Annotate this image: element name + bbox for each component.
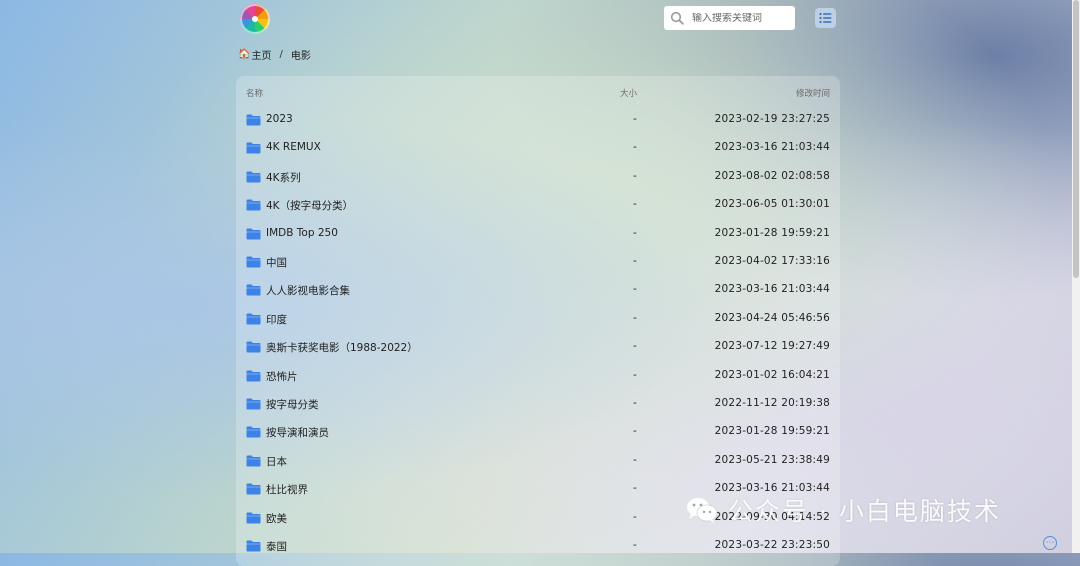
search-box[interactable] bbox=[664, 6, 795, 30]
table-row[interactable]: 按字母分类 - 2022-11-12 20:19:38 bbox=[236, 390, 840, 418]
file-size: - bbox=[633, 283, 637, 296]
file-modified: 2023-04-02 17:33:16 bbox=[714, 255, 830, 267]
watermark: 公众号 · 小白电脑技术 bbox=[686, 492, 1001, 528]
folder-icon bbox=[246, 284, 261, 296]
folder-icon bbox=[246, 398, 261, 410]
more-button[interactable]: ⋯ bbox=[1043, 536, 1057, 550]
file-modified: 2023-01-28 19:59:21 bbox=[714, 226, 830, 239]
folder-icon bbox=[246, 455, 261, 467]
watermark-text: 公众号 · 小白电脑技术 bbox=[728, 497, 1001, 526]
file-name[interactable]: 日本 bbox=[266, 454, 287, 469]
file-size: - bbox=[633, 510, 637, 523]
folder-icon bbox=[246, 171, 261, 183]
table-row[interactable]: 4K REMUX - 2023-03-16 21:03:44 bbox=[236, 134, 840, 162]
file-size: - bbox=[633, 141, 637, 154]
file-modified: 2023-03-22 23:23:50 bbox=[714, 539, 830, 551]
file-modified: 2023-03-16 21:03:44 bbox=[714, 141, 830, 154]
file-name[interactable]: IMDB Top 250 bbox=[266, 227, 338, 239]
file-size: - bbox=[633, 255, 637, 267]
folder-icon bbox=[246, 426, 261, 438]
table-row[interactable]: 恐怖片 - 2023-01-02 16:04:21 bbox=[236, 362, 840, 390]
column-header-modified[interactable]: 修改时间 bbox=[796, 87, 830, 99]
breadcrumb-home[interactable]: 主页 bbox=[251, 47, 271, 62]
file-size: - bbox=[633, 340, 637, 353]
breadcrumb-separator: / bbox=[279, 49, 283, 60]
file-name[interactable]: 奥斯卡获奖电影（1988-2022） bbox=[266, 340, 418, 355]
table-row[interactable]: 日本 - 2023-05-21 23:38:49 bbox=[236, 447, 840, 475]
file-modified: 2023-02-19 23:27:25 bbox=[714, 113, 830, 125]
file-name[interactable]: 恐怖片 bbox=[266, 369, 298, 384]
folder-icon bbox=[246, 256, 261, 268]
file-modified: 2023-01-28 19:59:21 bbox=[714, 425, 830, 438]
file-size: - bbox=[633, 169, 637, 182]
table-row[interactable]: 泰国 - 2023-03-22 23:23:50 bbox=[236, 532, 840, 560]
file-name[interactable]: 4K系列 bbox=[266, 170, 301, 185]
search-icon bbox=[670, 11, 684, 25]
file-name[interactable]: 4K REMUX bbox=[266, 141, 321, 153]
wechat-icon bbox=[687, 498, 718, 523]
file-name[interactable]: 泰国 bbox=[266, 539, 287, 554]
file-size: - bbox=[633, 226, 637, 239]
table-header: 名称 大小 修改时间 bbox=[236, 76, 840, 110]
folder-icon bbox=[246, 313, 261, 325]
breadcrumb-current: 电影 bbox=[290, 51, 311, 62]
column-header-name[interactable]: 名称 bbox=[246, 87, 263, 99]
file-modified: 2023-01-02 16:04:21 bbox=[714, 368, 830, 381]
file-size: - bbox=[633, 311, 637, 324]
file-size: - bbox=[633, 368, 637, 381]
table-row[interactable]: 4K系列 - 2023-08-02 02:08:58 bbox=[236, 163, 840, 191]
file-modified: 2023-04-24 05:46:56 bbox=[714, 311, 830, 324]
folder-icon bbox=[246, 540, 261, 552]
file-size: - bbox=[633, 425, 637, 438]
folder-icon bbox=[246, 228, 261, 240]
file-modified: 2023-07-12 19:27:49 bbox=[714, 340, 830, 353]
file-size: - bbox=[633, 397, 637, 409]
file-size: - bbox=[633, 482, 637, 495]
file-modified: 2023-05-21 23:38:49 bbox=[714, 453, 830, 466]
table-row[interactable]: 中国 - 2023-04-02 17:33:16 bbox=[236, 248, 840, 276]
file-modified: 2023-08-02 02:08:58 bbox=[714, 169, 830, 182]
search-input[interactable] bbox=[692, 12, 788, 24]
file-name[interactable]: 中国 bbox=[266, 255, 287, 270]
table-row[interactable]: 2023 - 2023-02-19 23:27:25 bbox=[236, 106, 840, 134]
table-row[interactable]: 人人影视电影合集 - 2023-03-16 21:03:44 bbox=[236, 276, 840, 304]
folder-icon bbox=[246, 512, 261, 524]
file-modified: 2023-03-16 21:03:44 bbox=[714, 283, 830, 296]
file-name[interactable]: 按导演和演员 bbox=[266, 425, 329, 440]
file-modified: 2023-06-05 01:30:01 bbox=[714, 198, 830, 211]
site-logo[interactable] bbox=[240, 4, 270, 34]
folder-icon bbox=[246, 341, 261, 353]
list-menu-icon bbox=[819, 12, 832, 24]
home-icon[interactable]: 🏠 bbox=[238, 49, 250, 60]
file-name[interactable]: 按字母分类 bbox=[266, 397, 319, 412]
table-row[interactable]: 4K（按字母分类） - 2023-06-05 01:30:01 bbox=[236, 191, 840, 219]
page-scrollbar[interactable] bbox=[1072, 0, 1080, 553]
file-modified: 2022-11-12 20:19:38 bbox=[714, 397, 830, 409]
folder-icon bbox=[246, 142, 261, 154]
table-row[interactable]: 印度 - 2023-04-24 05:46:56 bbox=[236, 305, 840, 333]
file-name[interactable]: 人人影视电影合集 bbox=[266, 283, 350, 298]
more-icon: ⋯ bbox=[1045, 537, 1055, 548]
folder-icon bbox=[246, 199, 261, 211]
file-name[interactable]: 杜比视界 bbox=[266, 482, 308, 497]
file-size: - bbox=[633, 113, 637, 125]
column-header-size[interactable]: 大小 bbox=[620, 87, 637, 99]
menu-button[interactable] bbox=[815, 8, 836, 28]
table-row[interactable]: 奥斯卡获奖电影（1988-2022） - 2023-07-12 19:27:49 bbox=[236, 333, 840, 361]
file-name[interactable]: 4K（按字母分类） bbox=[266, 198, 353, 213]
breadcrumb: 🏠 主页 / 电影 bbox=[238, 47, 311, 62]
file-size: - bbox=[633, 453, 637, 466]
file-name[interactable]: 欧美 bbox=[266, 511, 287, 526]
folder-icon bbox=[246, 114, 261, 126]
table-row[interactable]: 按导演和演员 - 2023-01-28 19:59:21 bbox=[236, 418, 840, 446]
file-size: - bbox=[633, 539, 637, 551]
folder-icon bbox=[246, 483, 261, 495]
file-name[interactable]: 印度 bbox=[266, 312, 287, 327]
folder-icon bbox=[246, 370, 261, 382]
table-row[interactable]: IMDB Top 250 - 2023-01-28 19:59:21 bbox=[236, 220, 840, 248]
file-name[interactable]: 2023 bbox=[266, 113, 293, 125]
scrollbar-thumb[interactable] bbox=[1073, 0, 1079, 278]
file-size: - bbox=[633, 198, 637, 211]
